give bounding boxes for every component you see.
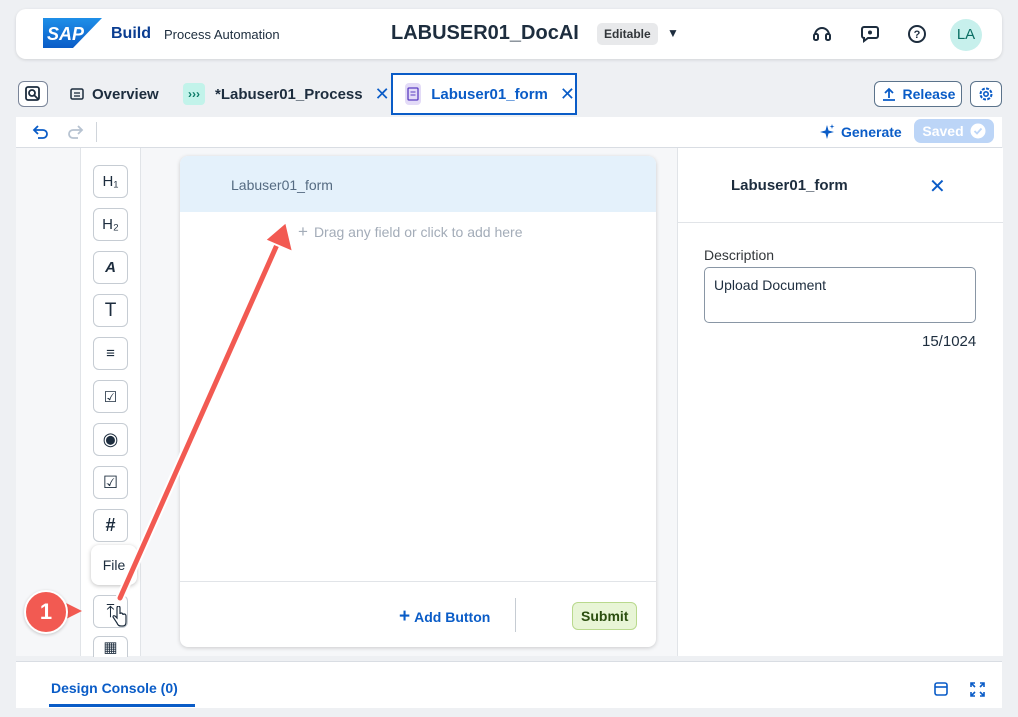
check-circle-icon — [970, 123, 986, 139]
add-button-button[interactable]: + Add Button — [399, 606, 490, 628]
toolbar-divider — [96, 122, 97, 142]
close-tab-form-icon[interactable]: ✕ — [560, 84, 575, 105]
tab-overview[interactable]: Overview — [66, 73, 159, 115]
checkbox-icon[interactable]: ☑ — [93, 466, 128, 499]
sap-logo: SAP — [43, 18, 102, 48]
app-window: SAP Build Process Automation LABUSER01_D… — [0, 0, 1018, 717]
panel-title: Labuser01_form — [731, 177, 848, 194]
editor-toolbar: Generate Saved — [16, 117, 1002, 148]
overview-icon — [66, 83, 88, 105]
tab-label: Overview — [92, 85, 159, 103]
svg-text:?: ? — [914, 29, 921, 41]
heading1-icon[interactable]: H₁ — [93, 165, 128, 198]
mode-badge: Editable — [597, 23, 658, 45]
tab-label: *Labuser01_Process — [215, 85, 363, 103]
step-marker: 1 — [24, 590, 68, 634]
description-field[interactable]: Upload Document — [704, 267, 976, 323]
process-icon: ››› — [183, 83, 205, 105]
project-menu-dropdown[interactable]: ▼ — [665, 26, 681, 42]
editor-canvas: H₁ H₂ A T ≡ ☑ ◉ ☑ # ⤒ ▦ Labuser01_form +… — [16, 148, 1003, 657]
form-card: Labuser01_form + Drag any field or click … — [180, 156, 656, 647]
generate-button[interactable]: Generate — [818, 123, 902, 141]
heading2-icon[interactable]: H₂ — [93, 208, 128, 241]
active-tab-indicator — [49, 704, 195, 707]
panel-layout-icon[interactable] — [933, 681, 949, 697]
release-label: Release — [902, 86, 956, 102]
saved-status-button: Saved — [914, 119, 994, 143]
search-icon — [25, 86, 40, 101]
panel-divider — [678, 222, 1003, 223]
sparkle-icon — [820, 124, 835, 139]
user-avatar[interactable]: LA — [950, 19, 982, 51]
tab-process[interactable]: ››› *Labuser01_Process ✕ — [183, 73, 390, 115]
brand-name: Build — [111, 25, 151, 42]
form-header[interactable]: Labuser01_form — [180, 156, 656, 212]
number-icon[interactable]: # — [93, 509, 128, 542]
support-headset-icon[interactable] — [811, 23, 833, 45]
shell-bar: SAP Build Process Automation LABUSER01_D… — [16, 9, 1002, 59]
undo-icon[interactable] — [31, 123, 49, 141]
help-icon[interactable]: ? — [906, 23, 928, 45]
plus-icon: + — [399, 606, 411, 627]
svg-text:SAP: SAP — [47, 24, 85, 44]
form-title: Labuser01_form — [231, 177, 333, 193]
plus-icon: + — [298, 222, 308, 241]
form-footer: + Add Button Submit — [180, 581, 656, 647]
radio-icon[interactable]: ◉ — [93, 423, 128, 456]
form-icon — [405, 83, 422, 105]
gear-icon — [979, 87, 993, 101]
properties-panel: Labuser01_form ✕ Description Upload Docu… — [677, 148, 1003, 656]
close-tab-process-icon[interactable]: ✕ — [375, 84, 390, 105]
hand-cursor-icon — [112, 606, 127, 627]
paragraph-icon[interactable]: ≡ — [93, 337, 128, 370]
footer-divider — [515, 598, 516, 632]
design-console: Design Console (0) — [16, 661, 1002, 708]
redo-icon[interactable] — [67, 123, 85, 141]
checklist-icon[interactable]: ☑ — [93, 380, 128, 413]
drop-zone[interactable]: + Drag any field or click to add here — [298, 222, 523, 242]
project-title: LABUSER01_DocAI — [391, 22, 579, 44]
add-button-label: Add Button — [414, 609, 491, 625]
design-console-tab[interactable]: Design Console (0) — [51, 680, 178, 696]
drop-hint-text: Drag any field or click to add here — [313, 224, 523, 240]
char-counter: 15/1024 — [922, 333, 977, 350]
tab-label: Labuser01_form — [431, 85, 548, 103]
tab-form[interactable]: Labuser01_form ✕ — [391, 73, 577, 115]
table-icon[interactable]: ▦ — [93, 636, 128, 657]
submit-button[interactable]: Submit — [572, 602, 638, 630]
saved-label: Saved — [922, 123, 964, 139]
settings-button[interactable] — [970, 81, 1002, 107]
close-icon[interactable]: ✕ — [929, 174, 946, 199]
generate-label: Generate — [841, 124, 902, 140]
description-label: Description — [704, 247, 775, 263]
text-style-icon[interactable]: A — [93, 251, 128, 284]
expand-icon[interactable] — [969, 681, 986, 698]
text-icon[interactable]: T — [93, 294, 128, 327]
file-tooltip: File — [91, 545, 137, 585]
feedback-icon[interactable] — [859, 23, 881, 45]
product-name: Process Automation — [164, 27, 280, 42]
release-button[interactable]: Release — [874, 81, 962, 107]
upload-icon — [882, 87, 895, 101]
search-artifacts-button[interactable] — [18, 81, 48, 107]
